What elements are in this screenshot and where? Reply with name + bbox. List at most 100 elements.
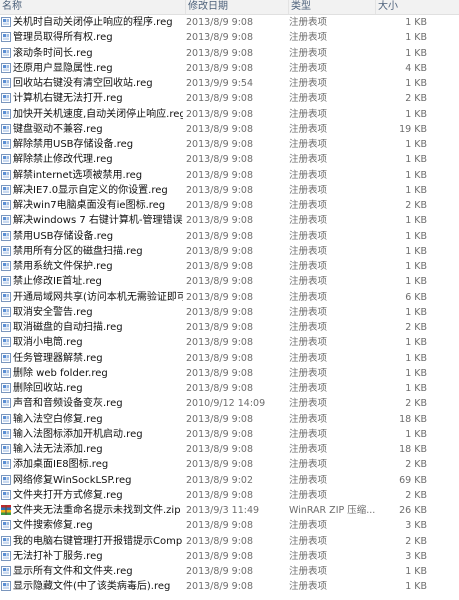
- file-row[interactable]: 解决IE7.0显示自定义的你设置.reg 2013/8/9 9:08 注册表项 1 K…: [0, 183, 459, 198]
- file-type: 注册表项: [289, 428, 328, 440]
- file-row[interactable]: 解除禁止修改代理.reg 2013/8/9 9:08 注册表项 1 KB: [0, 152, 459, 167]
- file-row[interactable]: 禁用系统文件保护.reg 2013/8/9 9:08 注册表项 1 KB: [0, 259, 459, 274]
- column-header-date[interactable]: 修改日期: [185, 0, 288, 14]
- file-type: 注册表项: [289, 383, 328, 394]
- file-row[interactable]: 显示隐藏文件(中了该类病毒后).reg 2013/8/9 9:08 注册表项 1 KB: [0, 579, 459, 594]
- file-type: 注册表项: [289, 276, 328, 288]
- column-header-name[interactable]: 名称: [0, 0, 182, 14]
- file-row[interactable]: 无法打补丁服务.reg 2013/8/9 9:08 注册表项 3 KB: [0, 549, 459, 564]
- file-size: 1 KB: [405, 139, 427, 150]
- file-row[interactable]: 声音和音频设备变灰.reg 2010/9/12 14:09 注册表项 2 KB: [0, 396, 459, 411]
- file-row[interactable]: 计算机右键无法打开.reg 2013/8/9 9:08 注册表项 2 KB: [0, 91, 459, 106]
- file-size: 2 KB: [405, 489, 427, 501]
- file-row[interactable]: 我的电脑右键管理打开报错提示Comput...2013/8/9 9:08 注册表项…: [0, 534, 459, 549]
- file-name: 文件夹无法重命名提示未找到文件.zip: [13, 505, 181, 516]
- file-row[interactable]: 开通局域网共享(访问本机无需验证即可... 2013/8/9 9:08 注册表项 6 …: [0, 290, 459, 305]
- file-date: 2013/8/9 9:08: [186, 306, 254, 318]
- file-date: 2013/8/9 9:08: [186, 245, 254, 257]
- reg-file-icon: [1, 276, 11, 287]
- file-date: 2010/9/12 14:09: [186, 398, 266, 410]
- file-size: 1 KB: [405, 566, 427, 577]
- file-row[interactable]: 解禁internet选项被禁用.reg 2013/8/9 9:08 注册表项 1 KB: [0, 168, 459, 183]
- file-row[interactable]: 滚动条时间长.reg 2013/8/9 9:08 注册表项 1 KB: [0, 46, 459, 61]
- file-date: 2013/8/9 9:08: [186, 108, 254, 120]
- file-row[interactable]: 输入法空白修复.reg 2013/8/9 9:08 注册表项 18 KB: [0, 412, 459, 427]
- file-row[interactable]: 禁用所有分区的磁盘扫描.reg 2013/8/9 9:08 注册表项 1 KB: [0, 244, 459, 259]
- file-date: 2013/8/9 9:02: [186, 474, 254, 486]
- file-row[interactable]: 解决win7电脑桌面没有ie图标.reg 2013/8/9 9:08 注册表项 2 K…: [0, 198, 459, 213]
- file-type: 注册表项: [289, 474, 328, 486]
- file-date: 2013/8/9 9:08: [186, 169, 254, 181]
- file-name: 删除 web folder.reg: [13, 367, 108, 379]
- file-name: 解除禁止修改代理.reg: [13, 154, 113, 166]
- file-name: 文件搜索修复.reg: [13, 520, 93, 532]
- file-size: 1 KB: [405, 428, 427, 440]
- file-name: 我的电脑右键管理打开报错提示Comput...: [13, 535, 183, 547]
- file-date: 2013/8/9 9:08: [186, 17, 254, 28]
- file-row[interactable]: 关机时自动关闭停止响应的程序.reg 2013/8/9 9:08 注册表项 1 KB: [0, 15, 459, 30]
- file-name: 禁用USB存储设备.reg: [13, 230, 114, 242]
- reg-file-icon: [1, 200, 11, 210]
- file-size: 1 KB: [405, 184, 427, 196]
- file-row[interactable]: 禁止修改IE首址.reg 2013/8/9 9:08 注册表项 1 KB: [0, 274, 459, 289]
- file-name: 加快开关机速度,自动关闭停止响应.reg: [13, 108, 183, 120]
- file-size: 3 KB: [405, 550, 427, 562]
- file-date: 2013/8/9 9:08: [186, 261, 254, 272]
- file-size: 2 KB: [405, 535, 427, 547]
- file-size: 2 KB: [405, 93, 427, 105]
- column-header-size[interactable]: 大小: [375, 0, 458, 14]
- reg-file-icon: [1, 398, 11, 409]
- reg-file-icon: [1, 337, 11, 348]
- file-row[interactable]: 加快开关机速度,自动关闭停止响应.reg 2013/8/9 9:08 注册表项 1 K…: [0, 107, 459, 122]
- file-size: 1 KB: [405, 17, 427, 28]
- file-type: 注册表项: [289, 184, 328, 196]
- file-date: 2013/8/9 9:08: [186, 200, 254, 211]
- file-row[interactable]: 管理员取得所有权.reg 2013/8/9 9:08 注册表项 1 KB: [0, 30, 459, 45]
- file-type: 注册表项: [289, 581, 328, 593]
- file-row[interactable]: 回收站右键没有清空回收站.reg 2013/9/9 9:54 注册表项 1 KB: [0, 76, 459, 91]
- file-row[interactable]: 文件夹打开方式修复.reg 2013/8/9 9:08 注册表项 2 KB: [0, 488, 459, 503]
- file-row[interactable]: 删除 web folder.reg 2013/8/9 9:08 注册表项 1 KB: [0, 366, 459, 381]
- file-row[interactable]: 还原用户显隐属性.reg 2013/8/9 9:08 注册表项 4 KB: [0, 61, 459, 76]
- file-row[interactable]: 添加桌面IE8图标.reg 2013/8/9 9:08 注册表项 2 KB: [0, 457, 459, 472]
- file-row[interactable]: 任务管理器解禁.reg 2013/8/9 9:08 注册表项 1 KB: [0, 351, 459, 366]
- file-row[interactable]: 文件夹无法重命名提示未找到文件.zip 2013/9/3 11:49 WinRAR …: [0, 503, 459, 518]
- file-name: 解决IE7.0显示自定义的你设置.reg: [13, 184, 168, 196]
- file-name: 取消安全警告.reg: [13, 306, 93, 318]
- file-size: 1 KB: [405, 352, 427, 364]
- file-row[interactable]: 显示所有文件和文件夹.reg 2013/8/9 9:08 注册表项 1 KB: [0, 564, 459, 579]
- file-type: 注册表项: [289, 535, 328, 547]
- file-row[interactable]: 取消小电筒.reg 2013/8/9 9:08 注册表项 1 KB: [0, 335, 459, 350]
- file-row[interactable]: 网络修复WinSockLSP.reg 2013/8/9 9:02 注册表项 69 KB: [0, 473, 459, 488]
- file-date: 2013/8/9 9:08: [186, 184, 254, 196]
- file-row[interactable]: 禁用USB存储设备.reg 2013/8/9 9:08 注册表项 1 KB: [0, 229, 459, 244]
- file-row[interactable]: 文件搜索修复.reg 2013/8/9 9:08 注册表项 3 KB: [0, 518, 459, 533]
- file-size: 1 KB: [405, 261, 427, 272]
- reg-file-icon: [1, 520, 11, 531]
- file-row[interactable]: 键盘驱动不兼容.reg 2013/8/9 9:08 注册表项 19 KB: [0, 122, 459, 137]
- file-row[interactable]: 输入法图标添加开机启动.reg 2013/8/9 9:08 注册表项 1 KB: [0, 427, 459, 442]
- file-type: 注册表项: [289, 352, 328, 364]
- reg-file-icon: [1, 93, 11, 104]
- file-name: 解除禁用USB存储设备.reg: [13, 139, 134, 150]
- file-row[interactable]: 取消安全警告.reg 2013/8/9 9:08 注册表项 1 KB: [0, 305, 459, 320]
- file-size: 1 KB: [405, 383, 427, 394]
- file-type: 注册表项: [289, 520, 328, 532]
- file-row[interactable]: 解决windows 7 右键计算机-管理错误... 2013/8/9 9:08 注册…: [0, 213, 459, 228]
- file-date: 2013/8/9 9:08: [186, 337, 254, 349]
- reg-file-icon: [1, 352, 11, 363]
- file-row[interactable]: 取消磁盘的自动扫描.reg 2013/8/9 9:08 注册表项 2 KB: [0, 320, 459, 335]
- column-header-type[interactable]: 类型: [288, 0, 376, 14]
- reg-file-icon: [1, 306, 11, 317]
- file-row[interactable]: 解除禁用USB存储设备.reg 2013/8/9 9:08 注册表项 1 KB: [0, 137, 459, 152]
- reg-file-icon: [1, 367, 11, 378]
- file-name: 显示隐藏文件(中了该类病毒后).reg: [13, 581, 171, 593]
- file-date: 2013/8/9 9:08: [186, 139, 254, 150]
- file-size: 1 KB: [405, 306, 427, 318]
- file-row[interactable]: 删除回收站.reg 2013/8/9 9:08 注册表项 1 KB: [0, 381, 459, 396]
- file-row[interactable]: 输入法无法添加.reg 2013/8/9 9:08 注册表项 18 KB: [0, 442, 459, 457]
- reg-file-icon: [1, 215, 11, 226]
- file-size: 2 KB: [405, 398, 427, 410]
- file-name: 键盘驱动不兼容.reg: [13, 123, 103, 135]
- reg-file-icon: [1, 78, 11, 88]
